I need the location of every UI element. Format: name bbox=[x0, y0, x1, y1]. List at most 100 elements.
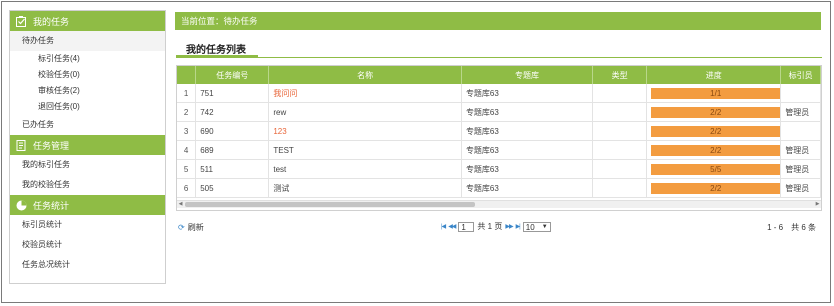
library-cell-text: 专题库63 bbox=[465, 145, 499, 155]
sidebar-subitem-index-tasks[interactable]: 标引任务(4) bbox=[10, 51, 165, 67]
task-name-cell-text: rew bbox=[273, 107, 287, 117]
sidebar-section-title: 任务管理 bbox=[33, 140, 70, 151]
task-name-cell: 测试 bbox=[268, 178, 462, 198]
indexer-cell bbox=[780, 84, 821, 103]
type-cell bbox=[592, 121, 648, 141]
table-row[interactable]: 6 505 测试 专题库63 2/2 管理员 bbox=[177, 178, 821, 198]
sidebar-item-overall-stats[interactable]: 任务总况统计 bbox=[10, 255, 165, 275]
progress-cell: 1/1 bbox=[646, 84, 782, 103]
task-grid: 任务编号 名称 专题库 类型 进度 标引员 1 751 我问问 专题库63 1/1 2 74… bbox=[176, 65, 822, 211]
indexer-cell bbox=[780, 121, 821, 141]
sidebar-item-verifier-stats[interactable]: 校验员统计 bbox=[10, 235, 165, 255]
library-cell: 专题库63 bbox=[461, 84, 593, 103]
library-cell: 专题库63 bbox=[461, 178, 593, 198]
table-row[interactable]: 5 511 test 专题库63 5/5 管理员 bbox=[177, 159, 821, 179]
task-name-cell-text: TEST bbox=[273, 145, 294, 155]
first-page-icon[interactable]: |◀ bbox=[441, 223, 446, 230]
sidebar-subitem-review-tasks[interactable]: 审核任务(2) bbox=[10, 83, 165, 99]
library-cell: 专题库63 bbox=[461, 140, 593, 160]
task-table: 任务编号 名称 专题库 类型 进度 标引员 1 751 我问问 专题库63 1/1 2 74… bbox=[177, 66, 821, 198]
row-number-text: 5 bbox=[183, 164, 189, 174]
type-cell bbox=[592, 178, 648, 198]
library-cell-text: 专题库63 bbox=[465, 107, 499, 117]
table-row[interactable]: 3 690 123 专题库63 2/2 bbox=[177, 121, 821, 141]
task-name-cell[interactable]: 123 bbox=[268, 121, 462, 141]
page-size-select[interactable]: 10 ▼ bbox=[522, 221, 551, 232]
progress-cell: 2/2 bbox=[646, 121, 782, 141]
sidebar: 我的任务 待办任务 标引任务(4) 校验任务(0) 审核任务(2) 退回任务(0… bbox=[9, 10, 166, 284]
task-id-cell: 690 bbox=[195, 121, 270, 141]
task-id-cell-text: 511 bbox=[200, 164, 213, 174]
sidebar-section-task-manage[interactable]: 任务管理 bbox=[10, 135, 165, 155]
task-name-cell-text[interactable]: 我问问 bbox=[273, 89, 297, 98]
sidebar-item-indexer-stats[interactable]: 标引员统计 bbox=[10, 215, 165, 235]
sidebar-section-title: 任务统计 bbox=[33, 200, 70, 211]
last-page-icon[interactable]: ▶| bbox=[516, 223, 521, 230]
row-number-text: 6 bbox=[183, 183, 189, 193]
title-divider bbox=[176, 57, 822, 58]
column-header-indexer[interactable]: 标引员 bbox=[780, 66, 821, 84]
task-id-cell: 505 bbox=[195, 178, 270, 198]
pagination-bar: ⟳ 刷新 |◀ ◀◀ 1 共 1 页 ▶▶ ▶| 10 ▼ 1 - 6 共 6 条 bbox=[176, 219, 822, 237]
total-pages-label: 共 1 页 bbox=[477, 222, 503, 231]
table-row[interactable]: 2 742 rew 专题库63 2/2 管理员 bbox=[177, 102, 821, 122]
type-cell bbox=[592, 102, 648, 122]
row-number-text: 4 bbox=[183, 145, 189, 155]
column-header-type[interactable]: 类型 bbox=[592, 66, 648, 84]
column-header-library[interactable]: 专题库 bbox=[461, 66, 593, 84]
panel-title: 我的任务列表 bbox=[186, 45, 246, 56]
task-name-cell-text: test bbox=[273, 164, 287, 174]
row-number: 2 bbox=[177, 102, 197, 122]
task-name-cell-text[interactable]: 123 bbox=[273, 127, 286, 136]
task-id-cell: 742 bbox=[195, 102, 270, 122]
sidebar-section-my-tasks[interactable]: 我的任务 bbox=[10, 11, 165, 31]
table-row[interactable]: 4 689 TEST 专题库63 2/2 管理员 bbox=[177, 140, 821, 160]
sidebar-subitem-returned-tasks[interactable]: 退回任务(0) bbox=[10, 99, 165, 115]
progress-bar: 1/1 bbox=[651, 87, 780, 99]
sidebar-item-my-verify-tasks[interactable]: 我的校验任务 bbox=[10, 175, 165, 195]
row-number-text: 1 bbox=[183, 88, 189, 98]
column-header-task-id[interactable]: 任务编号 bbox=[195, 66, 270, 84]
row-number: 3 bbox=[177, 121, 197, 141]
scroll-right-icon[interactable]: ▶ bbox=[814, 201, 821, 208]
indexer-cell: 管理员 bbox=[780, 159, 821, 179]
sidebar-item-my-index-tasks[interactable]: 我的标引任务 bbox=[10, 155, 165, 175]
type-cell bbox=[592, 140, 648, 160]
page-size-value: 10 bbox=[525, 222, 535, 232]
task-id-cell-text: 689 bbox=[200, 145, 214, 155]
document-icon bbox=[16, 139, 27, 151]
library-cell: 专题库63 bbox=[461, 102, 593, 122]
library-cell: 专题库63 bbox=[461, 121, 593, 141]
indexer-cell: 管理员 bbox=[780, 140, 821, 160]
sidebar-subitem-verify-tasks[interactable]: 校验任务(0) bbox=[10, 67, 165, 83]
sidebar-section-task-stats[interactable]: 任务统计 bbox=[10, 195, 165, 215]
horizontal-scrollbar[interactable]: ◀ ▶ bbox=[177, 200, 821, 208]
checkbox-icon bbox=[16, 15, 27, 27]
progress-bar: 5/5 bbox=[651, 163, 780, 175]
column-header-name[interactable]: 名称 bbox=[268, 66, 462, 84]
row-number-text: 3 bbox=[183, 126, 189, 136]
scrollbar-thumb[interactable] bbox=[185, 202, 475, 207]
task-id-cell-text: 751 bbox=[200, 88, 214, 98]
task-id-cell-text: 742 bbox=[200, 107, 214, 117]
title-accent bbox=[176, 55, 258, 57]
task-name-cell[interactable]: 我问问 bbox=[268, 84, 462, 103]
prev-page-icon[interactable]: ◀◀ bbox=[448, 223, 456, 230]
table-row[interactable]: 1 751 我问问 专题库63 1/1 bbox=[177, 84, 821, 103]
next-page-icon[interactable]: ▶▶ bbox=[505, 223, 513, 230]
sidebar-item-done[interactable]: 已办任务 bbox=[10, 115, 165, 135]
refresh-button[interactable]: ⟳ 刷新 bbox=[178, 222, 204, 233]
task-id-cell-text: 690 bbox=[200, 126, 214, 136]
refresh-label: 刷新 bbox=[187, 223, 204, 232]
sidebar-section-title: 我的任务 bbox=[33, 16, 70, 27]
type-cell bbox=[592, 84, 648, 103]
library-cell-text: 专题库63 bbox=[465, 183, 499, 193]
refresh-icon: ⟳ bbox=[178, 223, 185, 232]
page-number-input[interactable]: 1 bbox=[458, 221, 475, 232]
row-number: 1 bbox=[177, 84, 197, 103]
sidebar-item-pending[interactable]: 待办任务 bbox=[10, 31, 165, 51]
indexer-cell: 管理员 bbox=[780, 178, 821, 198]
table-header-row: 任务编号 名称 专题库 类型 进度 标引员 bbox=[177, 66, 821, 84]
column-header-progress[interactable]: 进度 bbox=[646, 66, 782, 84]
scroll-left-icon[interactable]: ◀ bbox=[177, 201, 184, 208]
